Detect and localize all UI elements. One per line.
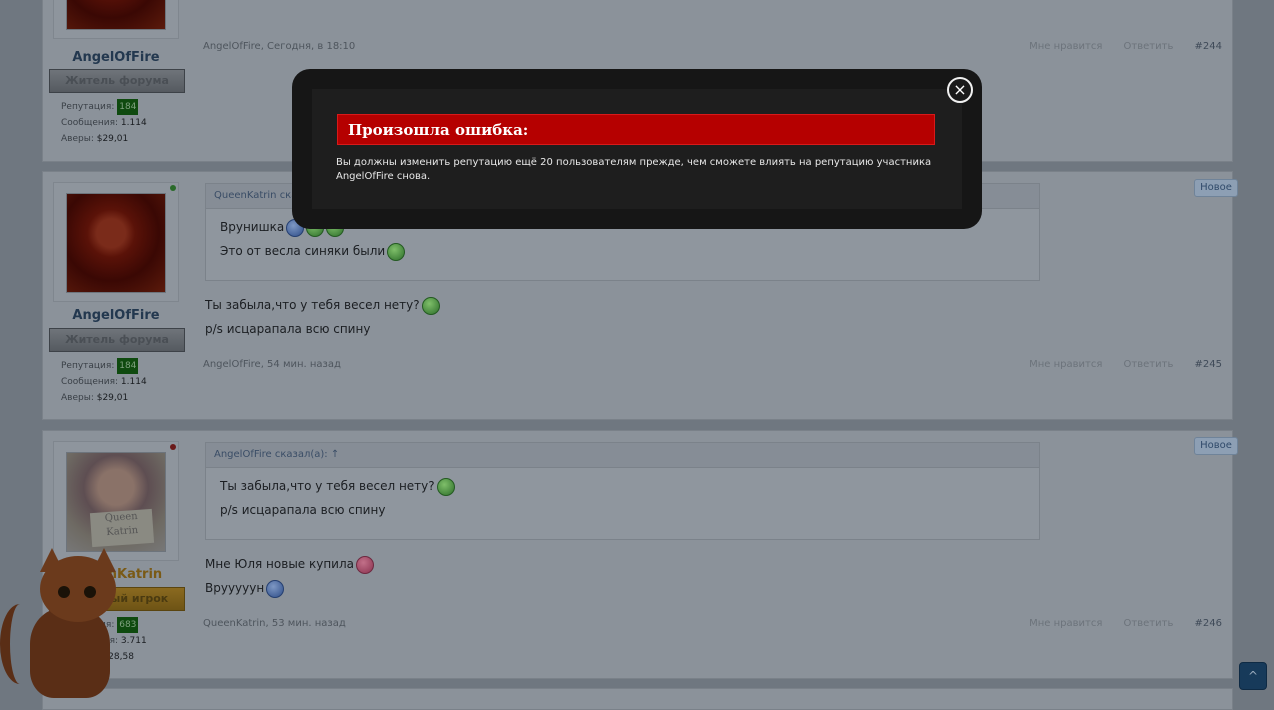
reputation-label: Репутация:: [61, 102, 115, 112]
reputation-label: Репутация:: [61, 361, 115, 371]
post-actions: Мне нравится Ответить #246: [1011, 618, 1222, 629]
quote-author[interactable]: AngelOfFire сказал(а): ↑: [206, 443, 1039, 468]
reply-button[interactable]: Ответить: [1124, 618, 1174, 629]
modal-title: Произошла ошибка:: [337, 114, 935, 145]
new-badge: Новое: [1194, 179, 1238, 197]
avatar-frame: [53, 0, 179, 39]
offline-indicator: [170, 444, 176, 450]
avatar[interactable]: [66, 193, 166, 293]
cat-mascot-icon: [0, 548, 132, 698]
like-button[interactable]: Мне нравится: [1029, 359, 1102, 370]
avatar[interactable]: [66, 0, 166, 30]
messages-label: Сообщения:: [61, 118, 119, 128]
messages-label: Сообщения:: [61, 377, 119, 387]
reply-button[interactable]: Ответить: [1124, 41, 1174, 52]
quote-block: AngelOfFire сказал(а): ↑ Ты забыла,что у…: [205, 442, 1040, 540]
user-rank: Житель форума: [49, 328, 185, 352]
smiley-icon: [266, 579, 285, 598]
post-meta[interactable]: AngelOfFire, 54 мин. назад: [203, 359, 341, 370]
avery-value: $29,01: [96, 134, 129, 144]
avery-label: Аверы:: [61, 134, 94, 144]
post-meta[interactable]: QueenKatrin, 53 мин. назад: [203, 618, 346, 629]
username[interactable]: AngelOfFire: [51, 308, 181, 323]
reply-button[interactable]: Ответить: [1124, 359, 1174, 370]
reputation-value[interactable]: 184: [117, 99, 139, 115]
user-stats: Репутация: 184 Сообщения: 1.114 Аверы: $…: [61, 358, 147, 406]
post-number[interactable]: #246: [1195, 618, 1222, 629]
avatar-frame: [53, 182, 179, 302]
quote-line: Ты забыла,что у тебя весел нету?: [220, 474, 1025, 498]
close-icon[interactable]: ×: [947, 77, 973, 103]
smiley-icon: [387, 242, 406, 261]
avatar[interactable]: Queen Katrin: [66, 452, 166, 552]
like-button[interactable]: Мне нравится: [1029, 41, 1102, 52]
message-line: Врууууун: [205, 576, 374, 600]
quote-line: p/s исцарапала всю спину: [220, 503, 386, 517]
message-line: Мне Юля новые купила: [205, 552, 375, 576]
post-meta[interactable]: AngelOfFire, Сегодня, в 18:10: [203, 41, 355, 52]
post-number[interactable]: #245: [1195, 359, 1222, 370]
smiley-icon: [436, 477, 455, 496]
user-rank: Житель форума: [49, 69, 185, 93]
quote-body: Ты забыла,что у тебя весел нету? p/s исц…: [206, 468, 1039, 528]
smiley-icon: [356, 555, 375, 574]
avery-value: $29,01: [96, 393, 129, 403]
post-246: Новое Queen Katrin QueenKatrin Активный …: [42, 430, 1238, 679]
smiley-icon: [421, 296, 440, 315]
username[interactable]: AngelOfFire: [51, 50, 181, 65]
like-button[interactable]: Мне нравится: [1029, 618, 1102, 629]
post-actions: Мне нравится Ответить #244: [1011, 41, 1222, 52]
modal-message: Вы должны изменить репутацию ещё 20 поль…: [336, 157, 932, 182]
avatar-sign: Queen Katrin: [89, 508, 155, 548]
scroll-to-top-button[interactable]: ^: [1239, 662, 1267, 690]
modal-content: [312, 89, 962, 209]
forum-thread: AngelOfFire Житель форума Репутация: 184…: [0, 0, 1274, 710]
post-next: [42, 688, 1233, 710]
post-message: Мне Юля новые купила Врууууун: [205, 552, 375, 600]
message-line: p/s исцарапала всю спину: [205, 322, 371, 336]
avatar-frame: Queen Katrin: [53, 441, 179, 561]
online-indicator: [170, 185, 176, 191]
new-badge: Новое: [1194, 437, 1238, 455]
reputation-value[interactable]: 184: [117, 358, 139, 374]
messages-value: 1.114: [120, 377, 147, 387]
error-modal: Произошла ошибка: Вы должны изменить реп…: [292, 69, 982, 229]
avery-label: Аверы:: [61, 393, 94, 403]
post-message: Ты забыла,что у тебя весел нету? p/s исц…: [205, 293, 440, 341]
user-stats: Репутация: 184 Сообщения: 1.114 Аверы: $…: [61, 99, 147, 147]
message-line: Ты забыла,что у тебя весел нету?: [205, 293, 440, 317]
messages-value: 1.114: [120, 118, 147, 128]
post-actions: Мне нравится Ответить #245: [1011, 359, 1222, 370]
post-number[interactable]: #244: [1195, 41, 1222, 52]
quote-line: Это от весла синяки были: [220, 239, 1025, 263]
